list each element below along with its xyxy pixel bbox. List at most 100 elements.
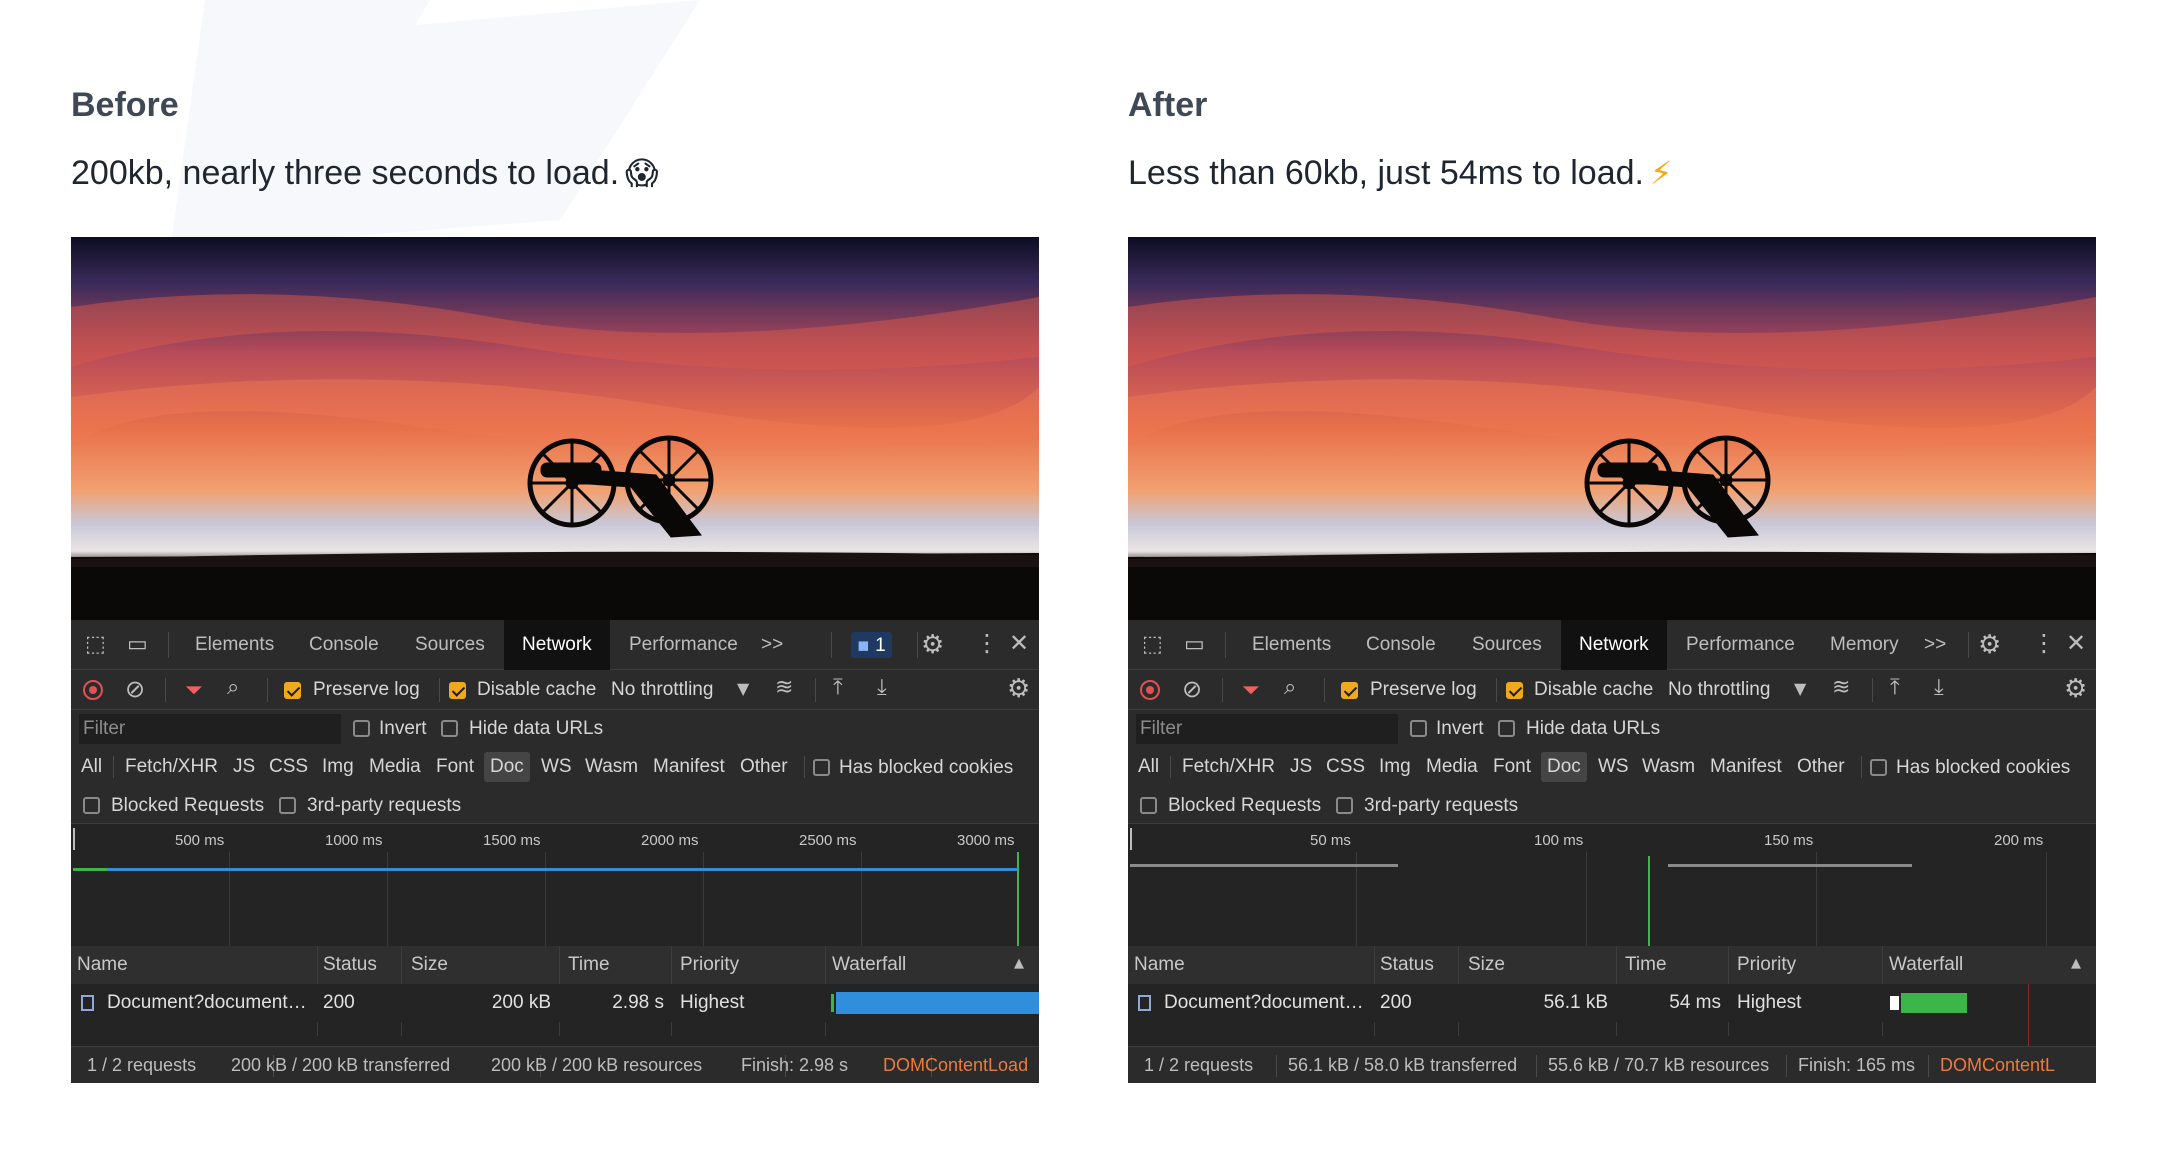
tab-network[interactable]: Network [1561, 620, 1667, 670]
tab-network[interactable]: Network [504, 620, 610, 670]
blocked-requests-checkbox[interactable] [1140, 797, 1157, 814]
import-har-icon[interactable]: ⤒ [1890, 675, 1900, 700]
network-conditions-icon[interactable]: ≋ [1832, 675, 1850, 700]
type-font[interactable]: Font [1493, 748, 1531, 786]
type-css[interactable]: CSS [269, 748, 308, 786]
type-wasm[interactable]: Wasm [585, 748, 638, 786]
type-img[interactable]: Img [1379, 748, 1411, 786]
column-waterfall[interactable]: Waterfall [832, 946, 906, 984]
network-settings-gear-icon[interactable]: ⚙ [2064, 674, 2087, 704]
inspect-element-icon[interactable]: ⬚ [85, 632, 106, 657]
type-media[interactable]: Media [1426, 748, 1478, 786]
chevron-down-icon[interactable]: ▼ [737, 679, 749, 698]
disable-cache-checkbox[interactable] [449, 682, 466, 699]
settings-gear-icon[interactable]: ⚙ [921, 630, 944, 660]
network-conditions-icon[interactable]: ≋ [775, 675, 793, 700]
clear-icon[interactable]: ⊘ [1182, 675, 1202, 703]
invert-checkbox[interactable] [1410, 720, 1427, 737]
column-waterfall[interactable]: Waterfall [1889, 946, 1963, 984]
tab-elements[interactable]: Elements [195, 620, 274, 670]
network-settings-gear-icon[interactable]: ⚙ [1007, 674, 1030, 704]
record-stop-icon[interactable] [1140, 680, 1160, 700]
tab-performance[interactable]: Performance [1686, 620, 1795, 670]
column-time[interactable]: Time [568, 946, 610, 984]
tab-sources[interactable]: Sources [1472, 620, 1542, 670]
device-toolbar-icon[interactable]: ▭ [1184, 632, 1205, 657]
type-manifest[interactable]: Manifest [653, 748, 725, 786]
column-size[interactable]: Size [1468, 946, 1505, 984]
filter-funnel-icon[interactable]: ⏷ [185, 678, 203, 703]
column-size[interactable]: Size [411, 946, 448, 984]
search-icon[interactable]: ⌕ [227, 675, 239, 700]
column-priority[interactable]: Priority [680, 946, 739, 984]
settings-gear-icon[interactable]: ⚙ [1978, 630, 2001, 660]
more-options-icon[interactable]: ⋮ [975, 629, 999, 657]
inspect-element-icon[interactable]: ⬚ [1142, 632, 1163, 657]
column-status[interactable]: Status [323, 946, 377, 984]
column-status[interactable]: Status [1380, 946, 1434, 984]
search-icon[interactable]: ⌕ [1284, 675, 1296, 700]
type-all[interactable]: All [1138, 748, 1159, 786]
tab-memory[interactable]: Memory [1830, 620, 1899, 670]
device-toolbar-icon[interactable]: ▭ [127, 632, 148, 657]
type-ws[interactable]: WS [1598, 748, 1629, 786]
type-wasm[interactable]: Wasm [1642, 748, 1695, 786]
type-other[interactable]: Other [740, 748, 788, 786]
close-icon[interactable]: ✕ [1009, 629, 1029, 657]
tab-elements[interactable]: Elements [1252, 620, 1331, 670]
type-css[interactable]: CSS [1326, 748, 1365, 786]
has-blocked-cookies-checkbox[interactable] [813, 759, 830, 776]
type-font[interactable]: Font [436, 748, 474, 786]
table-row[interactable]: Document?document… 200 56.1 kB 54 ms Hig… [1128, 984, 2096, 1046]
type-doc[interactable]: Doc [1541, 752, 1587, 782]
type-fetch-xhr[interactable]: Fetch/XHR [125, 748, 218, 786]
hide-data-urls-checkbox[interactable] [441, 720, 458, 737]
export-har-icon[interactable]: ⤓ [1934, 675, 1944, 700]
preserve-log-checkbox[interactable] [284, 682, 301, 699]
export-har-icon[interactable]: ⤓ [877, 675, 887, 700]
tab-console[interactable]: Console [1366, 620, 1436, 670]
column-priority[interactable]: Priority [1737, 946, 1796, 984]
column-name[interactable]: Name [77, 946, 128, 984]
more-options-icon[interactable]: ⋮ [2032, 629, 2056, 657]
filter-input[interactable]: Filter [79, 714, 341, 744]
type-fetch-xhr[interactable]: Fetch/XHR [1182, 748, 1275, 786]
type-media[interactable]: Media [369, 748, 421, 786]
column-name[interactable]: Name [1134, 946, 1185, 984]
has-blocked-cookies-checkbox[interactable] [1870, 759, 1887, 776]
hide-data-urls-checkbox[interactable] [1498, 720, 1515, 737]
filter-funnel-icon[interactable]: ⏷ [1242, 678, 1260, 703]
disable-cache-checkbox[interactable] [1506, 682, 1523, 699]
more-tabs-button[interactable]: >> [1924, 620, 1946, 670]
throttling-select[interactable]: No throttling [1668, 679, 1770, 701]
filter-input[interactable]: Filter [1136, 714, 1398, 744]
record-stop-icon[interactable] [83, 680, 103, 700]
column-time[interactable]: Time [1625, 946, 1667, 984]
import-har-icon[interactable]: ⤒ [833, 675, 843, 700]
type-img[interactable]: Img [322, 748, 354, 786]
tab-sources[interactable]: Sources [415, 620, 485, 670]
type-js[interactable]: JS [1290, 748, 1312, 786]
preserve-log-checkbox[interactable] [1341, 682, 1358, 699]
issues-badge[interactable]: ▪ 1 [851, 632, 892, 658]
invert-checkbox[interactable] [353, 720, 370, 737]
type-other[interactable]: Other [1797, 748, 1845, 786]
clear-icon[interactable]: ⊘ [125, 675, 145, 703]
close-icon[interactable]: ✕ [2066, 629, 2086, 657]
tab-performance[interactable]: Performance [629, 620, 738, 670]
type-js[interactable]: JS [233, 748, 255, 786]
throttling-select[interactable]: No throttling [611, 679, 713, 701]
tab-console[interactable]: Console [309, 620, 379, 670]
table-row[interactable]: Document?document… 200 200 kB 2.98 s Hig… [71, 984, 1039, 1022]
type-ws[interactable]: WS [541, 748, 572, 786]
sort-ascending-icon[interactable]: ▲ [2071, 956, 2081, 971]
third-party-checkbox[interactable] [279, 797, 296, 814]
blocked-requests-checkbox[interactable] [83, 797, 100, 814]
type-all[interactable]: All [81, 748, 102, 786]
chevron-down-icon[interactable]: ▼ [1794, 679, 1806, 698]
sort-ascending-icon[interactable]: ▲ [1014, 956, 1024, 971]
type-manifest[interactable]: Manifest [1710, 748, 1782, 786]
third-party-checkbox[interactable] [1336, 797, 1353, 814]
more-tabs-button[interactable]: >> [761, 620, 783, 670]
type-doc[interactable]: Doc [484, 752, 530, 782]
